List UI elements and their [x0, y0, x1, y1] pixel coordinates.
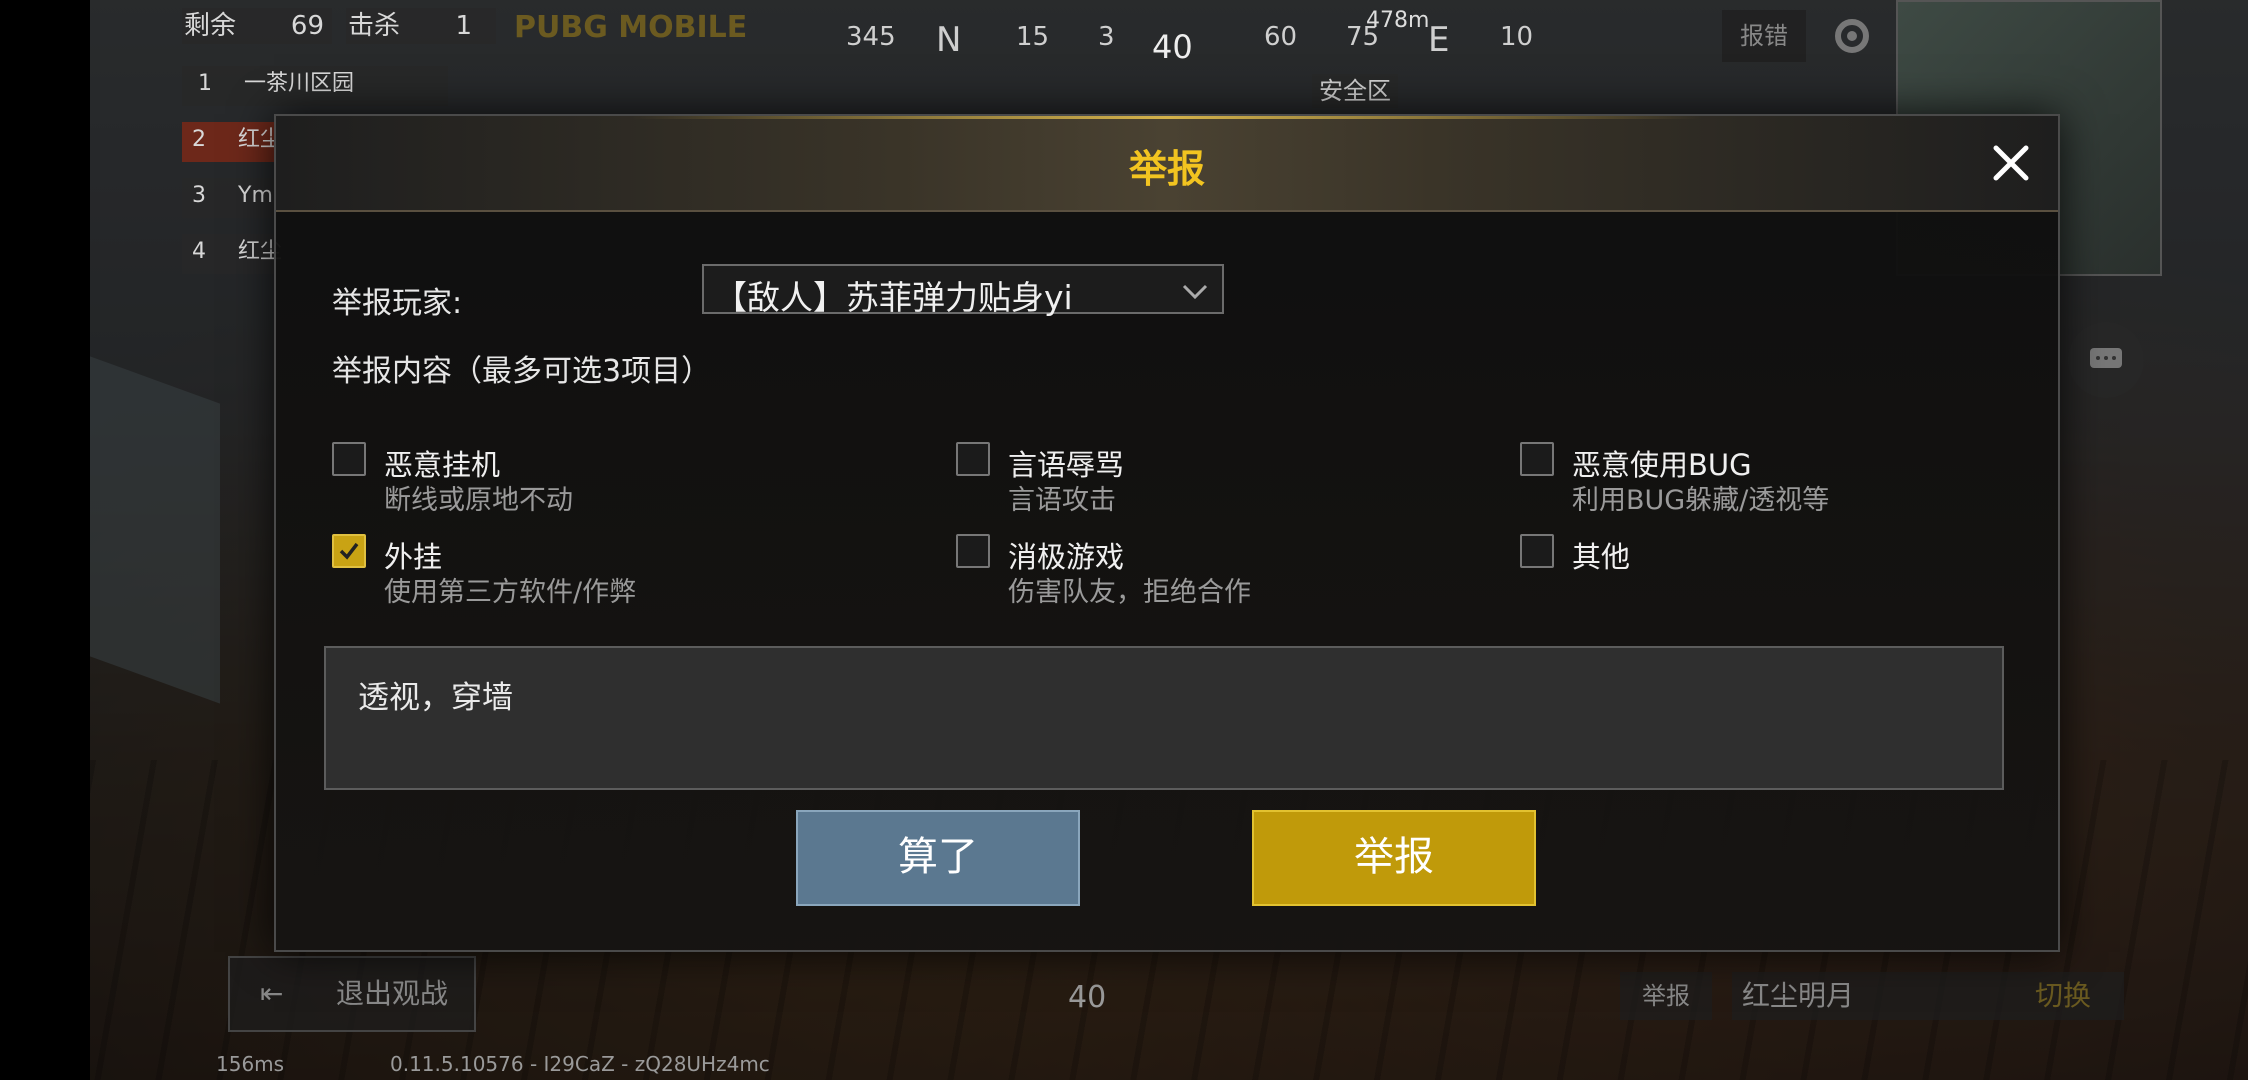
checkbox[interactable] — [956, 442, 990, 476]
team-member-2: 2 红尘 — [182, 122, 282, 162]
checkbox-checked[interactable] — [332, 534, 366, 568]
switch-player-button[interactable]: 切换 — [2002, 972, 2124, 1020]
exit-spectate-button[interactable]: ⇤ 退出观战 — [228, 956, 476, 1032]
check-icon — [339, 542, 359, 560]
report-content-label: 举报内容（最多可选3项目） — [332, 354, 712, 389]
team-member-4: 4 红尘 — [182, 234, 282, 274]
compass-mark: E — [1428, 20, 1450, 60]
exit-icon: ⇤ — [260, 977, 284, 1010]
report-player-select[interactable]: 【敌人】苏菲弹力贴身yi — [702, 264, 1224, 317]
option-subtitle: 断线或原地不动 — [384, 485, 573, 516]
checkbox[interactable] — [1520, 534, 1554, 568]
option-subtitle: 利用BUG躲藏/透视等 — [1572, 485, 1830, 516]
spectating-player-name: 红尘明月 — [1732, 972, 2002, 1020]
cancel-button[interactable]: 算了 — [796, 810, 1080, 906]
exit-spectate-label: 退出观战 — [336, 977, 449, 1010]
ping-indicator: 156ms — [216, 1052, 285, 1076]
marker-distance: 478m — [1366, 8, 1430, 33]
report-small-button[interactable]: 举报 — [1620, 972, 1712, 1020]
checkbox[interactable] — [332, 442, 366, 476]
report-dialog: 举报 举报玩家: 【敌人】苏菲弹力贴身yi 举报内容（最多可选3项目） 恶意挂机… — [274, 114, 2060, 952]
remaining-counter: 剩余 69 — [182, 8, 332, 44]
compass-mark: 3 — [1098, 22, 1115, 52]
compass-mark: 10 — [1500, 22, 1534, 52]
submit-report-button[interactable]: 举报 — [1252, 810, 1536, 906]
compass-mark: 345 — [846, 22, 896, 52]
error-report-button[interactable]: 报错 — [1722, 10, 1806, 62]
team-member-number: 1 — [198, 71, 212, 96]
gear-icon[interactable] — [1826, 10, 1878, 62]
chat-icon[interactable] — [2068, 322, 2144, 398]
option-subtitle: 使用第三方软件/作弊 — [384, 577, 637, 608]
team-member-number: 4 — [192, 239, 206, 264]
option-subtitle: 伤害队友，拒绝合作 — [1008, 577, 1251, 608]
report-player-label: 举报玩家: — [332, 286, 463, 321]
compass-bar: 345 N 15 3 40 60 75 E 10 478m — [830, 0, 1550, 70]
team-member-name: Ym — [238, 183, 273, 208]
checkbox[interactable] — [1520, 442, 1554, 476]
report-description-value: 透视，穿墙 — [358, 680, 513, 716]
remaining-label: 剩余 — [184, 11, 237, 41]
kills-value: 1 — [455, 11, 472, 41]
team-member-name: 一茶川区园 — [244, 71, 355, 96]
chevron-down-icon — [1182, 278, 1208, 304]
remaining-value: 69 — [290, 11, 324, 41]
option-subtitle: 言语攻击 — [1008, 485, 1116, 516]
kills-counter: 击杀 1 — [346, 8, 496, 44]
kills-label: 击杀 — [348, 11, 401, 41]
checkbox[interactable] — [956, 534, 990, 568]
compass-heading: 40 — [1152, 28, 1193, 66]
safe-zone-label: 安全区 — [1312, 74, 1398, 108]
game-logo: PUBG MOBILE — [514, 10, 748, 45]
report-player-value: 【敌人】苏菲弹力贴身yi — [714, 278, 1073, 317]
report-description-field[interactable]: 透视，穿墙 — [324, 646, 2004, 790]
team-member-1: 1 一茶川区园 — [182, 66, 448, 106]
dialog-header: 举报 — [276, 116, 2058, 212]
compass-mark: 15 — [1016, 22, 1050, 52]
compass-mark: 60 — [1264, 22, 1298, 52]
ammo-count: 40 — [1068, 980, 1107, 1015]
option-title: 其他 — [1572, 540, 1631, 574]
compass-mark: N — [936, 20, 962, 60]
team-member-number: 2 — [192, 127, 206, 152]
build-info: 0.11.5.10576 - I29CaZ - zQ28UHz4mc — [390, 1052, 770, 1076]
team-member-3: 3 Ym — [182, 178, 282, 218]
team-member-number: 3 — [192, 183, 206, 208]
close-icon[interactable] — [1982, 134, 2040, 192]
dialog-title: 举报 — [1128, 147, 1205, 191]
